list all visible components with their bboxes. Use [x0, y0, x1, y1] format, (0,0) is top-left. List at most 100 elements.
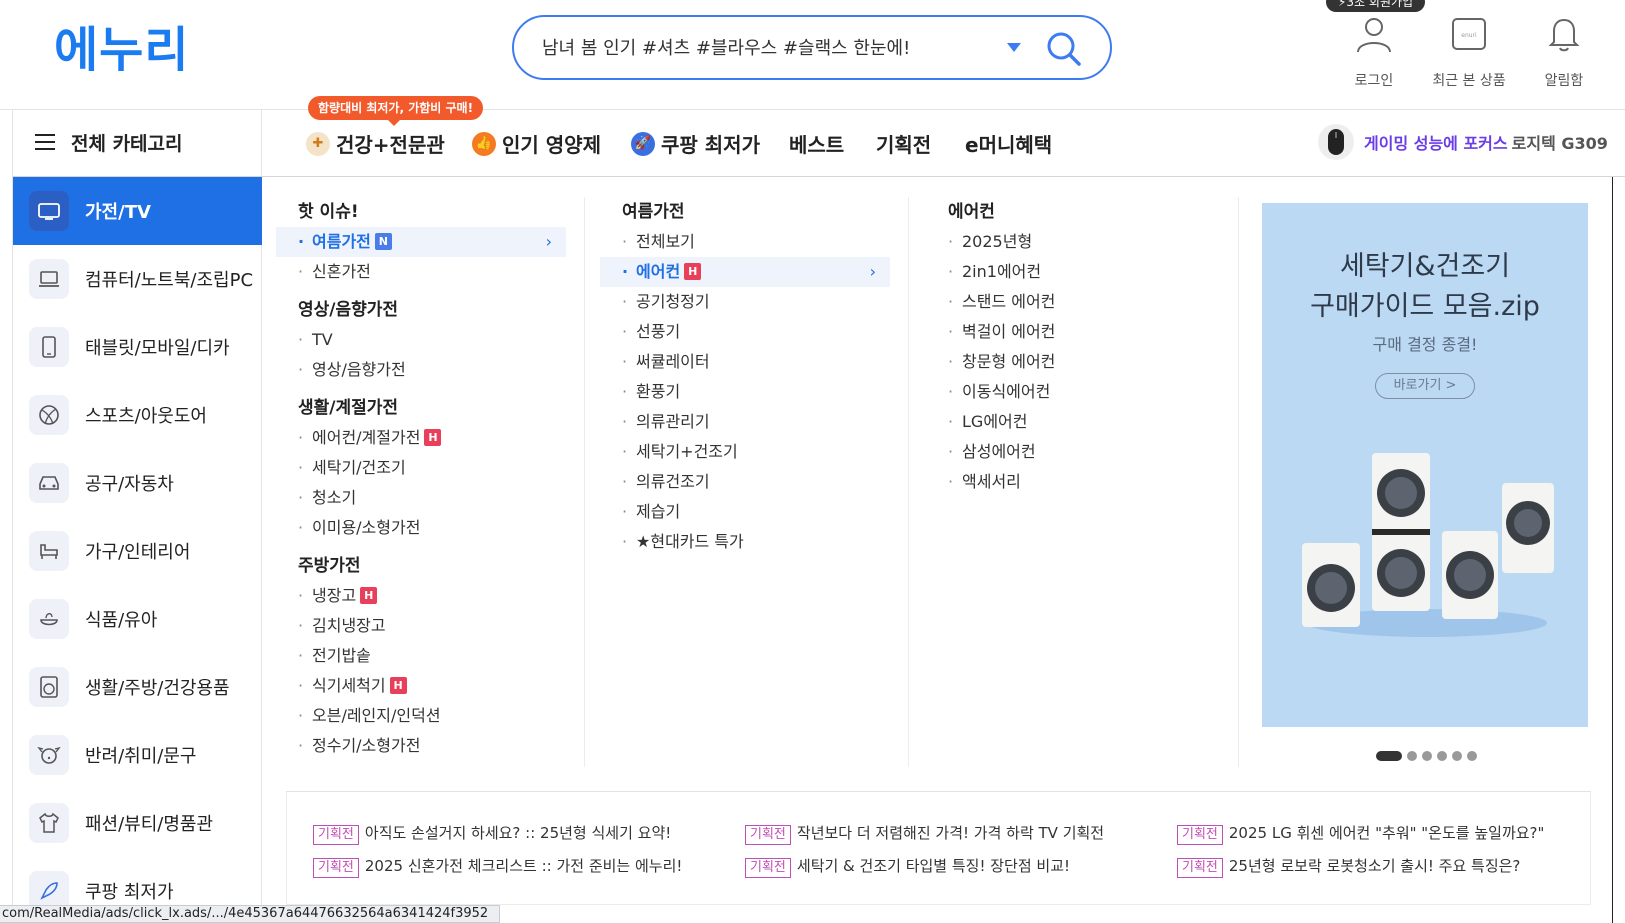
banner-pagination[interactable]: [1376, 751, 1482, 761]
menu-item[interactable]: ★현대카드 특가: [600, 527, 890, 557]
nav-item-label: 기획전: [876, 133, 932, 157]
menu-item[interactable]: 의류관리기: [600, 407, 890, 437]
promo-banner[interactable]: 세탁기&건조기 구매가이드 모음.zip 구매 결정 종결! 바로가기 >: [1262, 203, 1588, 727]
pagination-dot[interactable]: [1422, 751, 1432, 761]
section-title: 핫 이슈!: [298, 202, 359, 222]
menu-item[interactable]: TV: [276, 325, 566, 355]
chevron-right-icon: ›: [869, 262, 876, 281]
menu-item[interactable]: 청소기: [276, 483, 566, 513]
nav-item-health[interactable]: ✚ 건강+전문관: [306, 129, 445, 158]
menu-item[interactable]: 냉장고H: [276, 581, 566, 611]
menu-item[interactable]: 선풍기: [600, 317, 890, 347]
special-link[interactable]: 기획전 작년보다 더 저렴해진 가격! 가격 하락 TV 기획전: [745, 822, 1104, 845]
nav-item-best[interactable]: 베스트: [789, 129, 844, 158]
menu-item[interactable]: 세탁기+건조기: [600, 437, 890, 467]
menu-item[interactable]: 환풍기: [600, 377, 890, 407]
recent-products-button[interactable]: enuri 최근 본 상품: [1419, 14, 1519, 90]
menu-item[interactable]: 전기밥솥: [276, 641, 566, 671]
nav-item-emoney[interactable]: e머니혜택: [965, 129, 1052, 158]
menu-item[interactable]: 스탠드 에어컨: [926, 287, 1216, 317]
column-aircon: 에어컨 2025년형 2in1에어컨 스탠드 에어컨 벽걸이 에어컨 창문형 에…: [926, 197, 1216, 497]
menu-item[interactable]: 이동식에어컨: [926, 377, 1216, 407]
enuri-logo[interactable]: 에누리: [54, 22, 189, 78]
nav-item-supplements[interactable]: 👍 인기 영양제: [472, 129, 601, 158]
search-input[interactable]: [542, 31, 1002, 65]
nav-ad-banner[interactable]: 게이밍 성능에 포커스 로지텍 G309: [1318, 122, 1608, 162]
menu-item[interactable]: 이미용/소형가전: [276, 513, 566, 543]
menu-item[interactable]: 벽걸이 에어컨: [926, 317, 1216, 347]
header: 에누리 ⚡3초 회원가입 로그인 enuri 최근 본 상품 알림함: [0, 0, 1625, 110]
menu-item-aircon[interactable]: 에어컨H›: [600, 257, 890, 287]
sidebar-item-label: 생활/주방/건강용품: [85, 678, 230, 699]
all-category-label: 전체 카테고리: [71, 133, 183, 155]
sidebar-item-appliance-tv[interactable]: 가전/TV: [13, 177, 262, 245]
category-sidebar: 가전/TV 컴퓨터/노트북/조립PC 태블릿/모바일/디카 스포츠/아웃도어 공…: [12, 177, 262, 923]
pagination-dot[interactable]: [1467, 751, 1477, 761]
sidebar-item-fashion[interactable]: 패션/뷰티/명품관: [13, 789, 262, 857]
browser-status-url: com/RealMedia/ads/click_lx.ads/.../4e453…: [0, 905, 500, 923]
sidebar-item-furniture[interactable]: 가구/인테리어: [13, 517, 262, 585]
signup-tooltip[interactable]: ⚡3초 회원가입: [1326, 0, 1426, 12]
section-title: 에어컨: [948, 202, 995, 222]
hot-badge: H: [684, 262, 702, 280]
special-link[interactable]: 기획전 아직도 손설거지 하세요? :: 25년형 식세기 요약!: [313, 822, 671, 845]
menu-item[interactable]: 제습기: [600, 497, 890, 527]
search-icon[interactable]: [1044, 29, 1084, 69]
sidebar-item-label: 쿠팡 최저가: [85, 882, 174, 903]
sidebar-item-computer[interactable]: 컴퓨터/노트북/조립PC: [13, 245, 262, 313]
pagination-dot[interactable]: [1437, 751, 1447, 761]
login-button[interactable]: 로그인: [1324, 14, 1424, 90]
menu-item[interactable]: 에어컨/계절가전H: [276, 423, 566, 453]
pagination-dot-active[interactable]: [1376, 751, 1402, 761]
recent-products-icon: enuri: [1452, 18, 1486, 50]
menu-item[interactable]: 오븐/레인지/인덕션: [276, 701, 566, 731]
hot-badge: H: [360, 586, 378, 604]
special-link[interactable]: 기획전 2025 LG 휘센 에어컨 "추워" "온도를 높일까요?": [1177, 822, 1544, 845]
menu-item[interactable]: 영상/음향가전: [276, 355, 566, 385]
search-dropdown-icon[interactable]: [1007, 43, 1021, 52]
menu-item[interactable]: 써큘레이터: [600, 347, 890, 377]
menu-item[interactable]: 정수기/소형가전: [276, 731, 566, 761]
special-tag: 기획전: [1177, 858, 1223, 878]
menu-item[interactable]: 의류건조기: [600, 467, 890, 497]
all-category-button[interactable]: 전체 카테고리: [12, 110, 262, 176]
bell-icon: [1548, 18, 1580, 52]
promo-badge[interactable]: 함량대비 최저가, 가함비 구매!: [308, 96, 484, 126]
pagination-dot[interactable]: [1407, 751, 1417, 761]
menu-item[interactable]: 액세서리: [926, 467, 1216, 497]
nav-item-special[interactable]: 기획전: [876, 129, 931, 158]
menu-item-summer[interactable]: 여름가전N›: [276, 227, 566, 257]
sidebar-item-living[interactable]: 생활/주방/건강용품: [13, 653, 262, 721]
menu-item[interactable]: 김치냉장고: [276, 611, 566, 641]
menu-item[interactable]: 공기청정기: [600, 287, 890, 317]
sidebar-item-pet-hobby[interactable]: 반려/취미/문구: [13, 721, 262, 789]
sidebar-item-food-baby[interactable]: 식품/유아: [13, 585, 262, 653]
menu-item[interactable]: 식기세척기H: [276, 671, 566, 701]
nav-item-coupang[interactable]: 🚀 쿠팡 최저가: [631, 129, 760, 158]
menu-item[interactable]: 삼성에어컨: [926, 437, 1216, 467]
menu-item[interactable]: 전체보기: [600, 227, 890, 257]
banner-go-button[interactable]: 바로가기 >: [1375, 373, 1475, 399]
menu-item[interactable]: 2in1에어컨: [926, 257, 1216, 287]
health-icon: ✚: [306, 131, 330, 156]
sidebar-item-tools-car[interactable]: 공구/자동차: [13, 449, 262, 517]
menu-item[interactable]: 2025년형: [926, 227, 1216, 257]
sidebar-item-sports[interactable]: 스포츠/아웃도어: [13, 381, 262, 449]
washer-dryer-image: [1302, 453, 1554, 637]
special-link[interactable]: 기획전 2025 신혼가전 체크리스트 :: 가전 준비는 에누리!: [313, 855, 682, 878]
menu-item[interactable]: 세탁기/건조기: [276, 453, 566, 483]
menu-item[interactable]: LG에어컨: [926, 407, 1216, 437]
special-link[interactable]: 기획전 세탁기 & 건조기 타입별 특징! 장단점 비교!: [745, 855, 1070, 878]
category-panel: 핫 이슈! 여름가전 N › 신혼가전 영상/음향가전 TV 영상/음향가전 생활/…: [262, 177, 1613, 923]
menu-item[interactable]: 신혼가전: [276, 257, 566, 287]
sidebar-item-label: 태블릿/모바일/디카: [85, 338, 230, 359]
sidebar-item-tablet[interactable]: 태블릿/모바일/디카: [13, 313, 262, 381]
menu-item[interactable]: 창문형 에어컨: [926, 347, 1216, 377]
shirt-icon: [29, 803, 69, 843]
alarm-button[interactable]: 알림함: [1514, 14, 1614, 90]
pagination-dot[interactable]: [1452, 751, 1462, 761]
special-link[interactable]: 기획전 25년형 로보락 로봇청소기 출시! 주요 특징은?: [1177, 855, 1520, 878]
nav-item-label: 쿠팡 최저가: [661, 133, 760, 157]
sidebar-item-label: 패션/뷰티/명품관: [85, 814, 214, 835]
thumbs-up-icon: 👍: [472, 131, 496, 156]
